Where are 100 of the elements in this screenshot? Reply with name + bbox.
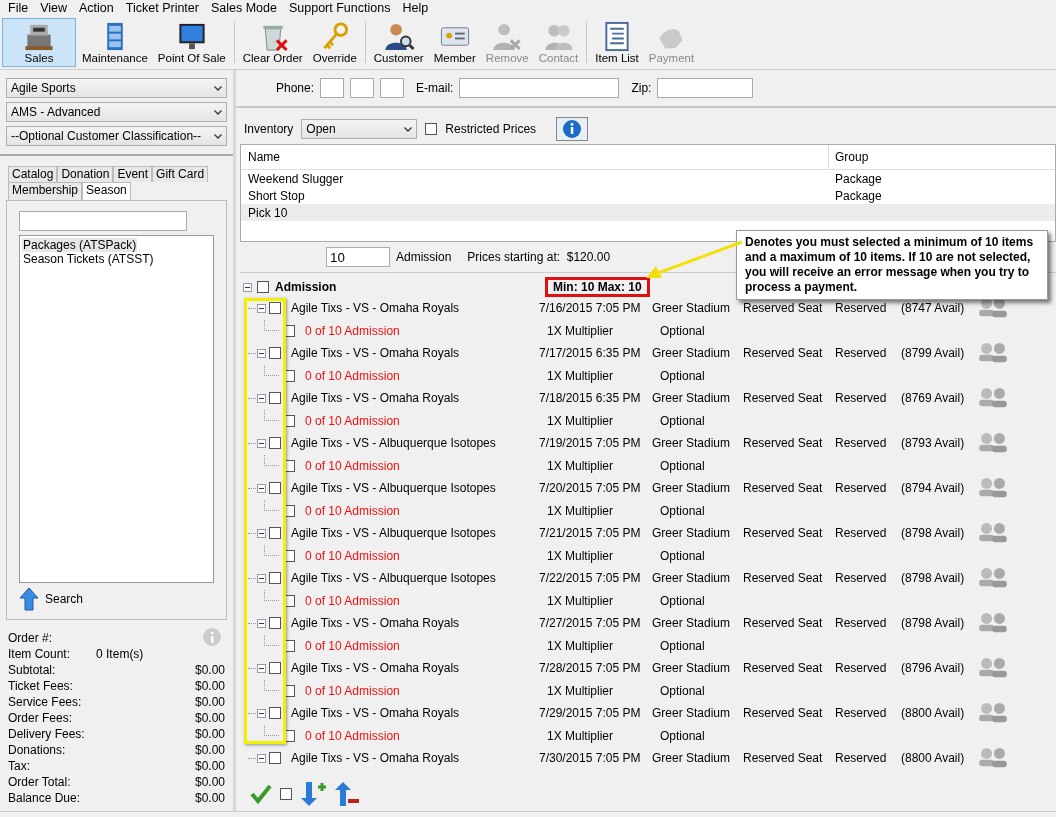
inventory-dropdown[interactable]: Open: [301, 119, 418, 139]
checkbox[interactable]: [269, 527, 281, 540]
collapse-toggle[interactable]: [257, 303, 266, 313]
check-icon[interactable]: [250, 783, 272, 805]
up-arrow-icon: [19, 587, 39, 611]
toolbar-button[interactable]: Point Of Sale: [153, 18, 230, 67]
availability-cell-text: (8794 Avail): [901, 481, 966, 496]
requirement-cell-text: Optional: [660, 413, 706, 428]
table-row[interactable]: Short Stop Package: [241, 187, 1055, 204]
phone-field[interactable]: [320, 78, 345, 98]
collapse-toggle[interactable]: [243, 282, 252, 292]
field-label: E-mail:: [416, 81, 454, 95]
collapse-toggle[interactable]: [257, 438, 266, 448]
summary-value: $0.00: [194, 775, 225, 789]
checkbox[interactable]: [269, 347, 281, 360]
column-header[interactable]: Group: [829, 150, 869, 164]
table-cell-text: Package: [834, 188, 882, 203]
summary-label: Tax:: [8, 759, 30, 773]
up-arrow-minus-icon[interactable]: [334, 781, 360, 807]
column-header[interactable]: Name: [241, 145, 829, 169]
availability-cell-text: (8798 Avail): [901, 526, 966, 541]
availability-cell-text: (8798 Avail): [901, 616, 966, 631]
collapse-toggle[interactable]: [257, 753, 266, 763]
checkbox[interactable]: [269, 302, 281, 315]
status-cell-text: Reserved: [835, 391, 888, 406]
search-field[interactable]: [19, 211, 187, 231]
seat-type-cell-text: Reserved Seat: [743, 616, 824, 631]
summary-value: $0.00: [194, 663, 225, 677]
checkbox[interactable]: [269, 707, 281, 720]
checkbox[interactable]: [269, 752, 281, 765]
phone-field[interactable]: [350, 78, 375, 98]
collapse-toggle[interactable]: [257, 618, 266, 628]
toolbar-button[interactable]: Customer: [369, 18, 428, 67]
dropdown[interactable]: --Optional Customer Classification--: [6, 126, 227, 146]
menu-item[interactable]: File: [2, 0, 35, 16]
requirement-cell-text: Optional: [660, 728, 706, 743]
toolbar-button[interactable]: Clear Order: [238, 18, 307, 67]
event-date: 7/16/2015 7:05 PM: [539, 301, 642, 316]
dropdown[interactable]: Agile Sports: [6, 78, 227, 98]
tab[interactable]: Membership: [8, 182, 83, 200]
email-field[interactable]: [459, 78, 620, 98]
status-cell-text: Reserved: [835, 436, 888, 451]
toolbar-button[interactable]: Sales: [2, 18, 76, 67]
venue-cell-text: Greer Stadium: [652, 436, 732, 451]
checkbox[interactable]: [425, 123, 438, 135]
table-row[interactable]: Pick 10: [241, 204, 1055, 221]
caret-icon: [214, 133, 222, 139]
table-cell-text: Pick 10: [247, 205, 289, 220]
list-item[interactable]: Season Tickets (ATSST): [22, 252, 211, 266]
collapse-toggle[interactable]: [257, 708, 266, 718]
collapse-toggle[interactable]: [257, 483, 266, 493]
search-button[interactable]: Search: [19, 587, 84, 611]
availability-cell-text: (8798 Avail): [901, 571, 966, 586]
zip-field[interactable]: [657, 78, 754, 98]
checkbox[interactable]: [257, 281, 269, 293]
info-button[interactable]: [556, 117, 589, 141]
summary-value: $0.00: [194, 791, 225, 805]
dropdown[interactable]: AMS - Advanced: [6, 102, 227, 122]
table-row[interactable]: Weekend Slugger Package: [241, 170, 1055, 187]
down-arrow-plus-icon[interactable]: [300, 781, 326, 807]
menu-item[interactable]: Action: [73, 0, 120, 16]
tab[interactable]: Season: [82, 182, 131, 200]
toolbar-button[interactable]: Override: [308, 18, 361, 67]
checkbox[interactable]: [269, 572, 281, 585]
checkbox[interactable]: [269, 482, 281, 495]
menu-item[interactable]: Help: [396, 0, 435, 16]
menu-item[interactable]: Ticket Printer: [119, 0, 205, 16]
checkbox[interactable]: [269, 392, 281, 405]
collapse-toggle[interactable]: [257, 393, 266, 403]
list-item[interactable]: Packages (ATSPack): [22, 238, 138, 252]
event-name: Agile Tixs - VS - Omaha Royals: [291, 391, 461, 406]
menu-item[interactable]: View: [34, 0, 74, 16]
status-cell-text: Reserved: [835, 616, 888, 631]
toolbar-button[interactable]: Member: [429, 18, 480, 67]
tab[interactable]: Catalog: [8, 166, 58, 182]
checkbox[interactable]: [269, 662, 281, 675]
summary-label: Balance Due:: [8, 791, 81, 805]
tab[interactable]: Gift Card: [152, 166, 209, 182]
menu-item[interactable]: Sales Mode: [204, 0, 283, 16]
collapse-toggle[interactable]: [257, 348, 266, 358]
seat-type-cell-text: Reserved Seat: [743, 481, 824, 496]
menu-item[interactable]: Support Functions: [282, 0, 397, 16]
checkbox-icon[interactable]: [280, 788, 292, 800]
table-cell-text: Weekend Slugger: [247, 171, 345, 186]
availability-cell-text: (8799 Avail): [901, 346, 966, 361]
quantity-field[interactable]: 10: [326, 247, 390, 267]
collapse-toggle[interactable]: [257, 573, 266, 583]
event-date: 7/21/2015 7:05 PM: [539, 526, 642, 541]
info-icon: [562, 119, 583, 139]
collapse-toggle[interactable]: [257, 663, 266, 673]
summary-value: $0.00: [194, 727, 225, 741]
status-cell-text: Reserved: [835, 481, 888, 496]
checkbox[interactable]: [269, 617, 281, 630]
toolbar-button[interactable]: Item List: [591, 18, 643, 67]
tab[interactable]: Donation: [57, 166, 114, 182]
tab[interactable]: Event: [113, 166, 153, 182]
collapse-toggle[interactable]: [257, 528, 266, 538]
checkbox[interactable]: [269, 437, 281, 450]
toolbar-button[interactable]: Maintenance: [78, 18, 152, 67]
phone-field[interactable]: [380, 78, 405, 98]
